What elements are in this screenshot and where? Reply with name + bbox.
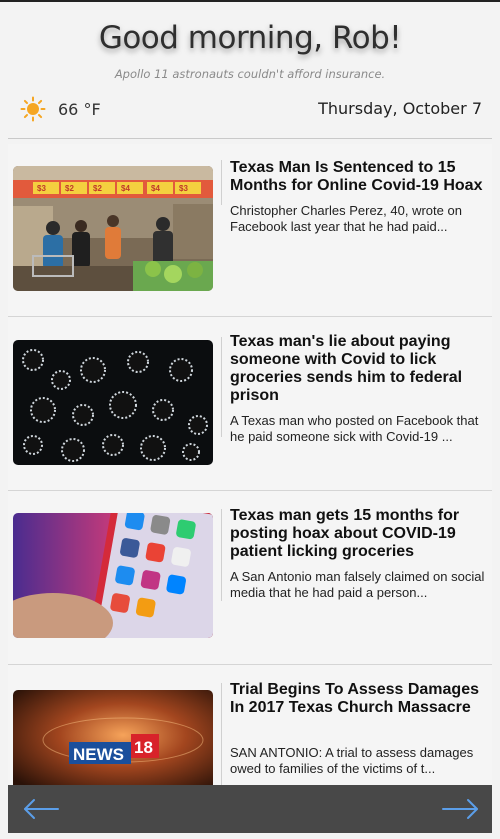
price-tag: $2 [65,184,74,193]
article-headline[interactable]: Texas man's lie about paying someone wit… [230,333,486,405]
price-tag: $3 [37,184,46,193]
article-card[interactable]: $3 $2 $4 $4 $3 $2 Texas Man Is Sentenced… [8,144,492,317]
article-image-grocery-store[interactable]: $3 $2 $4 $4 $3 $2 [13,166,213,291]
article-card[interactable]: Texas man's lie about paying someone wit… [8,317,492,491]
news-logo-text: NEWS [73,745,124,764]
article-summary: SAN ANTONIO: A trial to assess damages o… [230,745,474,776]
sun-icon [20,96,46,122]
card-divider [221,337,222,437]
header-divider [8,138,492,139]
current-date: Thursday, October 7 [318,99,482,118]
price-tag: $3 [179,184,188,193]
article-headline[interactable]: Texas man gets 15 months for posting hoa… [230,507,486,561]
price-tag: $4 [151,184,160,193]
arrow-right-icon[interactable] [440,797,480,821]
price-tag: $2 [93,184,102,193]
daily-quote: Apollo 11 astronauts couldn't afford ins… [114,67,386,81]
news-logo-number: 18 [134,738,153,757]
news-feed[interactable]: $3 $2 $4 $4 $3 $2 Texas Man Is Sentenced… [8,144,492,785]
article-card[interactable]: NEWS 18 Trial Begins To Assess Damages I… [8,665,492,785]
greeting-title: Good morning, Rob! [98,20,402,56]
weather-widget: 66 °F [20,96,101,122]
article-headline[interactable]: Trial Begins To Assess Damages In 2017 T… [230,681,486,717]
card-divider [221,160,222,205]
temperature: 66 °F [58,99,101,119]
article-summary: A San Antonio man falsely claimed on soc… [230,569,485,600]
arrow-left-icon[interactable] [22,797,62,821]
article-image-virus[interactable] [13,340,213,465]
card-divider [221,509,222,601]
top-border [0,0,500,2]
article-summary: A Texas man who posted on Facebook that … [230,413,479,444]
card-divider [221,683,222,785]
article-image-phone-apps[interactable] [13,513,213,638]
bottom-navigation-bar [8,785,492,833]
article-summary: Christopher Charles Perez, 40, wrote on … [230,203,462,234]
article-card[interactable]: Texas man gets 15 months for posting hoa… [8,491,492,665]
price-tag: $4 [121,184,130,193]
article-image-news18[interactable]: NEWS 18 [13,690,213,785]
article-headline[interactable]: Texas Man Is Sentenced to 15 Months for … [230,159,486,195]
